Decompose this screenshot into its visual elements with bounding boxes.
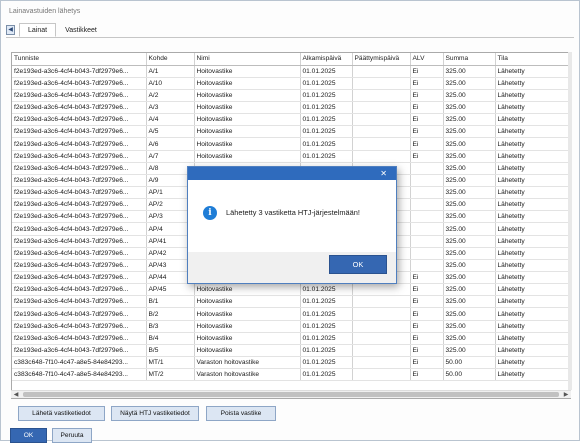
info-icon: i	[203, 206, 217, 220]
dialog-message: Lähetetty 3 vastiketta HTJ-järjestelmään…	[226, 208, 360, 217]
modal-overlay: ✕ i Lähetetty 3 vastiketta HTJ-järjestel…	[0, 0, 580, 441]
dialog-ok-button[interactable]: OK	[329, 255, 387, 274]
info-dialog: ✕ i Lähetetty 3 vastiketta HTJ-järjestel…	[187, 166, 397, 284]
dialog-footer: OK	[188, 252, 396, 283]
dialog-body: i Lähetetty 3 vastiketta HTJ-järjestelmä…	[188, 180, 396, 252]
dialog-title-bar: ✕	[188, 167, 396, 180]
close-icon[interactable]: ✕	[380, 167, 387, 180]
